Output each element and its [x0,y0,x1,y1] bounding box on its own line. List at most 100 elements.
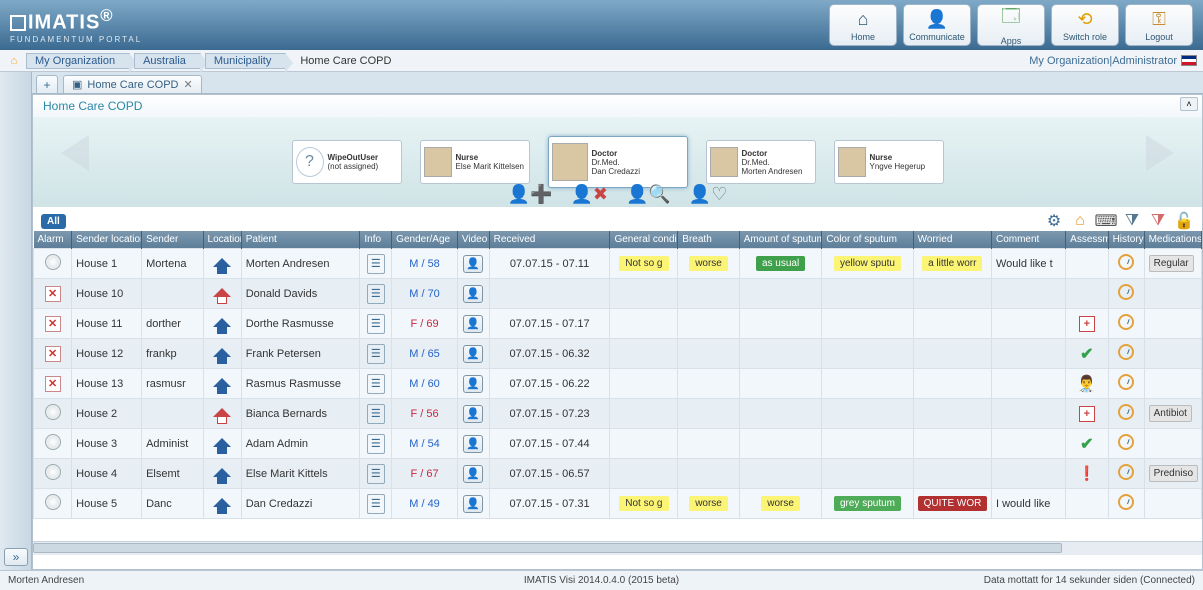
history-icon[interactable] [1118,374,1134,390]
video-cell[interactable]: 👤 [457,459,489,489]
info-icon[interactable]: ☰ [367,404,385,424]
history-icon[interactable] [1118,314,1134,330]
switch-role-button[interactable]: ⟲Switch role [1051,4,1119,46]
search-user-icon[interactable]: 👤🔍 [626,184,671,205]
info-icon[interactable]: ☰ [367,434,385,454]
history-icon[interactable] [1118,434,1134,450]
history-icon[interactable] [1118,464,1134,480]
video-cell[interactable]: 👤 [457,399,489,429]
history-icon[interactable] [1118,494,1134,510]
column-header[interactable]: Medications [1144,231,1201,249]
info-icon[interactable]: ☰ [367,494,385,514]
gender-age-link[interactable]: F / 56 [410,408,438,420]
column-header[interactable]: Received [489,231,610,249]
info-cell[interactable]: ☰ [360,309,392,339]
settings-icon[interactable]: ⚙ [1044,211,1064,231]
add-tab-button[interactable]: + [36,75,58,93]
video-icon[interactable]: 👤 [463,285,483,303]
remove-user-icon[interactable]: 👤✖ [570,184,608,205]
apps-button[interactable]: 🗔Apps [977,4,1045,46]
column-header[interactable]: Amount of sputum [739,231,822,249]
gender-age-cell[interactable]: F / 67 [392,459,458,489]
context-next-button[interactable] [1146,135,1174,171]
info-cell[interactable]: ☰ [360,399,392,429]
column-header[interactable]: Color of sputum [822,231,913,249]
tab-home-care-copd[interactable]: ▣ Home Care COPD ✕ [63,75,202,93]
table-row[interactable]: ✕House 12frankpFrank Petersen☰M / 65👤07.… [34,339,1202,369]
info-cell[interactable]: ☰ [360,489,392,519]
gender-age-link[interactable]: M / 58 [409,258,440,270]
context-card-nurse-1[interactable]: NurseElse Marit Kittelsen [420,140,530,184]
info-cell[interactable]: ☰ [360,369,392,399]
column-header[interactable]: Sender [142,231,203,249]
context-card-wipeout[interactable]: ? WipeOutUser(not assigned) [292,140,402,184]
gender-age-link[interactable]: M / 54 [409,438,440,450]
home-shortcut-icon[interactable]: ⌂ [1070,211,1090,231]
info-cell[interactable]: ☰ [360,429,392,459]
expand-sidebar-button[interactable]: » [4,548,28,566]
communicate-button[interactable]: 👤Communicate [903,4,971,46]
info-icon[interactable]: ☰ [367,314,385,334]
unlock-icon[interactable]: 🔓 [1174,211,1194,231]
video-icon[interactable]: 👤 [463,345,483,363]
video-icon[interactable]: 👤 [463,435,483,453]
column-header[interactable]: Info [360,231,392,249]
gender-age-link[interactable]: F / 67 [410,468,438,480]
video-cell[interactable]: 👤 [457,369,489,399]
history-cell[interactable] [1108,459,1144,489]
history-cell[interactable] [1108,339,1144,369]
video-icon[interactable]: 👤 [463,375,483,393]
column-header[interactable]: Patient [241,231,360,249]
table-row[interactable]: House 4ElsemtElse Marit Kittels☰F / 67👤0… [34,459,1202,489]
video-cell[interactable]: 👤 [457,279,489,309]
history-icon[interactable] [1118,254,1134,270]
info-cell[interactable]: ☰ [360,339,392,369]
info-cell[interactable]: ☰ [360,249,392,279]
gender-age-link[interactable]: F / 69 [410,318,438,330]
column-header[interactable]: Comment [991,231,1065,249]
info-cell[interactable]: ☰ [360,279,392,309]
info-icon[interactable]: ☰ [367,344,385,364]
gender-age-link[interactable]: M / 65 [409,348,440,360]
breadcrumb-seg-org[interactable]: My Organization [26,53,130,69]
column-header[interactable]: History [1108,231,1144,249]
gender-age-cell[interactable]: F / 69 [392,309,458,339]
video-icon[interactable]: 👤 [463,495,483,513]
context-prev-button[interactable] [61,135,89,171]
video-icon[interactable]: 👤 [463,255,483,273]
logout-button[interactable]: ⚿Logout [1125,4,1193,46]
history-icon[interactable] [1118,404,1134,420]
history-icon[interactable] [1118,284,1134,300]
column-header[interactable]: Alarm [34,231,72,249]
clear-filter-icon[interactable]: ⧩ [1148,211,1168,231]
gender-age-link[interactable]: M / 49 [409,498,440,510]
breadcrumb-seg-country[interactable]: Australia [134,53,201,69]
history-cell[interactable] [1108,489,1144,519]
video-cell[interactable]: 👤 [457,339,489,369]
column-header[interactable]: Gender/Age [392,231,458,249]
info-icon[interactable]: ☰ [367,464,385,484]
gender-age-cell[interactable]: M / 65 [392,339,458,369]
add-user-icon[interactable]: 👤➕ [508,184,553,205]
column-header[interactable]: Location [203,231,241,249]
video-cell[interactable]: 👤 [457,249,489,279]
gender-age-link[interactable]: M / 60 [409,378,440,390]
table-row[interactable]: House 1MortenaMorten Andresen☰M / 58👤07.… [34,249,1202,279]
table-row[interactable]: ✕House 11dortherDorthe Rasmusse☰F / 69👤0… [34,309,1202,339]
table-row[interactable]: House 3AdministAdam Admin☰M / 54👤07.07.1… [34,429,1202,459]
gender-age-cell[interactable]: F / 56 [392,399,458,429]
history-cell[interactable] [1108,369,1144,399]
video-icon[interactable]: 👤 [463,465,483,483]
history-cell[interactable] [1108,429,1144,459]
video-icon[interactable]: 👤 [463,405,483,423]
gender-age-cell[interactable]: M / 70 [392,279,458,309]
info-icon[interactable]: ☰ [367,374,385,394]
context-card-doctor-2[interactable]: DoctorDr.Med.Morten Andresen [706,140,816,184]
scroll-up-button[interactable]: ˄ [1180,97,1198,111]
column-header[interactable]: Sender location [72,231,142,249]
home-button[interactable]: ⌂Home [829,4,897,46]
breadcrumb-seg-muni[interactable]: Municipality [205,53,286,69]
table-row[interactable]: ✕House 10Donald Davids☰M / 70👤 [34,279,1202,309]
gender-age-link[interactable]: M / 70 [409,288,440,300]
table-row[interactable]: House 5DancDan Credazzi☰M / 49👤07.07.15 … [34,489,1202,519]
